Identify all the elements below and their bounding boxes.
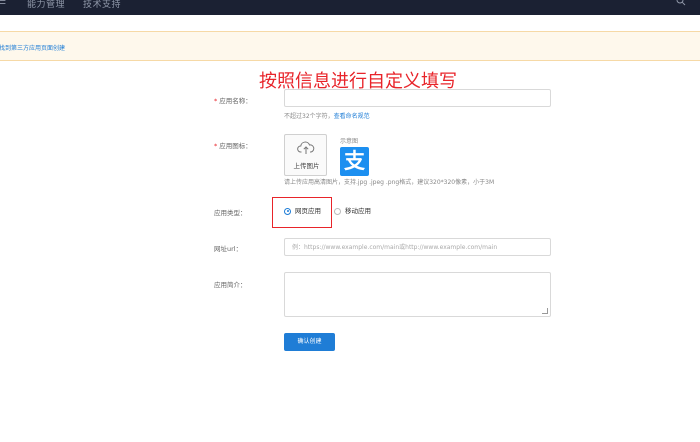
nav-item-tech-support[interactable]: 技术支持 xyxy=(83,0,121,10)
url-placeholder: 例：https://www.example.com/main或http://ww… xyxy=(292,244,498,251)
intro-label: 应用简介： xyxy=(214,281,247,289)
nav-item-capability-management[interactable]: 能力管理 xyxy=(27,0,65,10)
app-type-label: 应用类型： xyxy=(214,209,247,217)
app-name-label: * 应用名称： xyxy=(214,97,252,105)
url-label: 网址url： xyxy=(214,245,243,253)
radio-mobile-app-circle[interactable] xyxy=(334,207,341,215)
radio-mobile-app[interactable]: 移动应用 xyxy=(334,205,371,215)
upload-image-button[interactable]: 上传图片 xyxy=(284,134,327,176)
alipay-logo-icon: 支 xyxy=(340,147,369,176)
notice-text[interactable]: 找到第三方应用页面创建 xyxy=(0,43,65,52)
radio-web-app-label: 网页应用 xyxy=(295,207,321,215)
intro-textarea[interactable] xyxy=(284,272,551,317)
resize-handle[interactable] xyxy=(542,308,548,314)
required-mark: * xyxy=(214,142,218,150)
radio-web-app[interactable]: 网页应用 xyxy=(284,205,321,215)
cloud-upload-icon xyxy=(297,141,315,154)
url-input[interactable]: 例：https://www.example.com/main或http://ww… xyxy=(284,238,551,256)
sample-label: 示意图 xyxy=(340,138,359,145)
upload-image-label: 上传图片 xyxy=(293,162,320,170)
confirm-create-button[interactable]: 确认创建 xyxy=(284,333,335,351)
radio-mobile-app-label: 移动应用 xyxy=(345,207,371,215)
search-icon[interactable] xyxy=(676,0,686,6)
nav-item-bullet: ☰ xyxy=(0,0,7,7)
app-name-hint: 不超过32个字符，查看命名规范 xyxy=(284,113,370,120)
required-mark: * xyxy=(214,97,218,105)
app-name-input[interactable] xyxy=(284,89,551,107)
radio-web-app-circle[interactable] xyxy=(284,207,291,215)
app-icon-hint: 请上传应用高清图片，支持.jpg .jpeg .png格式，建议320*320像… xyxy=(284,179,495,186)
alipay-logo-glyph: 支 xyxy=(344,149,365,173)
top-nav-bar: ☰ 能力管理 技术支持 xyxy=(0,0,700,15)
naming-rules-link[interactable]: 查看命名规范 xyxy=(334,113,370,120)
notice-banner: 找到第三方应用页面创建 xyxy=(0,31,700,61)
app-icon-label: * 应用图标： xyxy=(214,142,252,150)
